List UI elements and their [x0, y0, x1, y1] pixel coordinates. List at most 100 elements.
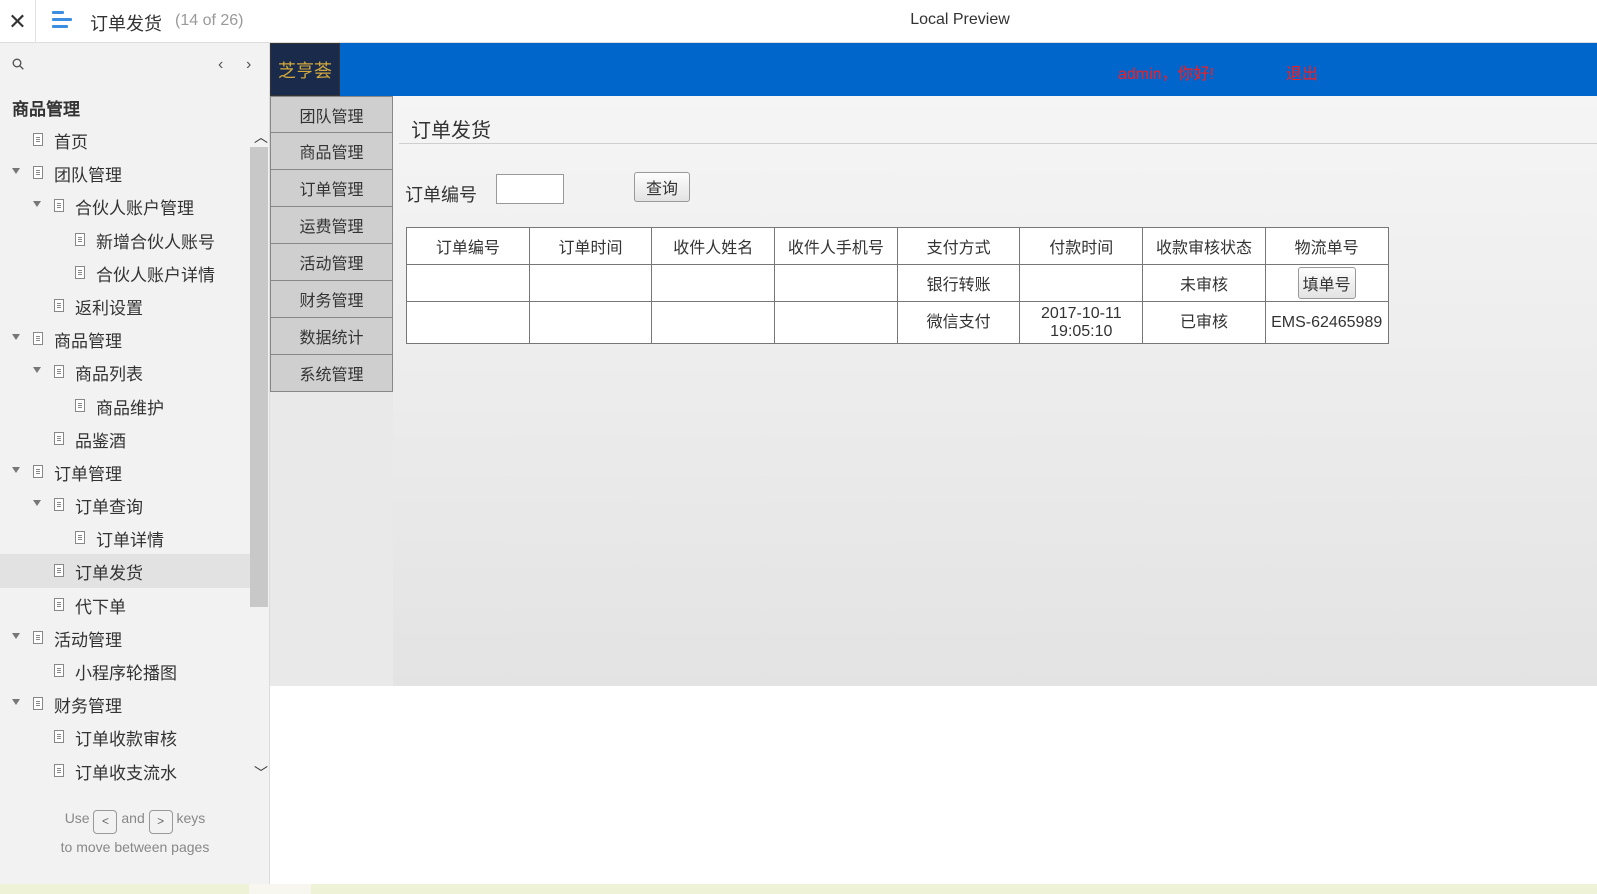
table-cell — [406, 301, 530, 344]
table-cell: 已审核 — [1142, 301, 1266, 344]
tree-item[interactable]: 订单详情 — [0, 521, 250, 554]
caret-down-icon[interactable] — [12, 168, 20, 175]
tree-item[interactable]: 订单查询 — [0, 488, 250, 521]
tree-item[interactable]: 活动管理 — [0, 621, 250, 654]
tree-item-label: 订单收款审核 — [75, 730, 177, 750]
query-button[interactable]: 查询 — [634, 172, 690, 202]
tree-item-label: 商品维护 — [96, 398, 164, 418]
tree-item[interactable]: 团队管理 — [0, 156, 250, 189]
page-icon — [33, 332, 43, 346]
tree-item-label: 代下单 — [75, 597, 126, 617]
main-menu: 团队管理 商品管理 订单管理 运费管理 活动管理 财务管理 数据统计 系统管理 — [270, 96, 393, 392]
column-header: 支付方式 — [896, 227, 1021, 265]
tree-item[interactable]: 首页 — [0, 123, 250, 156]
caret-down-icon[interactable] — [12, 466, 20, 473]
caret-down-icon[interactable] — [33, 201, 41, 208]
fill-tracking-number-button[interactable]: 填单号 — [1297, 267, 1356, 299]
tree-item-label: 订单管理 — [54, 464, 122, 484]
scroll-thumb[interactable] — [250, 147, 268, 607]
tree-item[interactable]: 合伙人账户详情 — [0, 256, 250, 289]
tree-item[interactable]: 商品管理 — [0, 322, 250, 355]
table-cell: 银行转账 — [896, 264, 1021, 302]
tree-item[interactable]: 订单管理 — [0, 455, 250, 488]
caret-down-icon[interactable] — [33, 500, 41, 507]
tree-item[interactable]: 商品列表 — [0, 355, 250, 388]
hint-use: Use — [64, 810, 90, 826]
tree-item[interactable]: 商品维护 — [0, 389, 250, 422]
tree-item[interactable]: 返利设置 — [0, 289, 250, 322]
column-header: 收件人手机号 — [774, 227, 898, 265]
table-cell — [528, 301, 653, 344]
page-icon — [75, 232, 85, 246]
tree-item-label: 订单详情 — [96, 531, 164, 551]
scroll-down-icon[interactable]: ﹀ — [254, 763, 268, 783]
table-cell: 2017-10-11 19:05:10 — [1019, 301, 1144, 344]
menu-item[interactable]: 运费管理 — [270, 207, 393, 244]
page-icon — [75, 398, 85, 412]
logout-link[interactable]: 退出 — [1286, 60, 1318, 84]
page-icon — [33, 166, 43, 180]
tree-item-label: 订单查询 — [75, 498, 143, 518]
brand-logo: 芝亨荟 — [270, 43, 340, 96]
tree-item[interactable]: 订单发货 — [0, 554, 250, 588]
sidebar-scrollbar[interactable]: ︿ ﹀ — [250, 123, 268, 783]
caret-down-icon[interactable] — [12, 699, 20, 706]
content-title: 订单发货 — [411, 120, 491, 142]
page-icon — [33, 464, 43, 478]
page-icon — [54, 564, 64, 578]
tree-item[interactable]: 小程序轮播图 — [0, 654, 250, 687]
menu-item[interactable]: 订单管理 — [270, 170, 393, 207]
table-cell: 微信支付 — [896, 301, 1021, 344]
caret-down-icon[interactable] — [33, 367, 41, 374]
table-cell — [651, 264, 776, 302]
tree-item[interactable]: 订单收款审核 — [0, 720, 250, 753]
table-cell — [1019, 264, 1144, 302]
search-icon[interactable] — [12, 58, 24, 70]
page-icon — [33, 133, 43, 146]
next-page-icon[interactable]: › — [246, 56, 251, 74]
page-icon — [33, 630, 43, 644]
column-header: 订单编号 — [406, 227, 530, 265]
order-number-input[interactable] — [496, 174, 564, 204]
menu-item[interactable]: 财务管理 — [270, 281, 393, 318]
content-area: 订单发货 订单编号 查询 订单编号 订单时间 收件人姓名 收件人手机号 支付方式 付款时间… — [393, 96, 1597, 686]
tree-item[interactable]: 品鉴酒 — [0, 422, 250, 455]
hint-and: and — [121, 810, 145, 826]
tree-item-label: 订单收支流水 — [75, 763, 177, 783]
hint-keys: keys — [176, 810, 206, 826]
previous-page-icon[interactable]: ‹ — [218, 56, 223, 74]
tree-item[interactable]: 新增合伙人账号 — [0, 223, 250, 256]
tree-item-label: 商品列表 — [75, 365, 143, 385]
next-key-icon: > — [148, 810, 173, 834]
app-header: 芝亨荟 admin，你好! 退出 — [270, 43, 1597, 96]
table-cell — [651, 301, 776, 344]
page-icon — [75, 531, 85, 545]
preview-title: Local Preview — [910, 11, 1010, 28]
tree-item[interactable]: 订单收支流水 — [0, 754, 250, 787]
page-icon — [54, 664, 64, 677]
tree-item[interactable]: 代下单 — [0, 588, 250, 621]
tree-item[interactable]: 合伙人账户管理 — [0, 189, 250, 222]
tree-item-label: 合伙人账户详情 — [96, 265, 215, 285]
keyboard-hint: Use < and > keys to move between pages — [0, 805, 270, 860]
tree-item-label: 团队管理 — [54, 166, 122, 186]
menu-item[interactable]: 数据统计 — [270, 318, 393, 355]
prev-key-icon: < — [93, 810, 118, 834]
table-cell — [406, 264, 530, 302]
column-header: 收款审核状态 — [1142, 227, 1266, 265]
menu-item[interactable]: 商品管理 — [270, 133, 393, 170]
page-icon — [54, 199, 64, 213]
app-preview: 芝亨荟 admin，你好! 退出 团队管理 商品管理 订单管理 运费管理 活动管理 财务管… — [270, 43, 1597, 686]
caret-down-icon[interactable] — [12, 334, 20, 341]
greeting-text: admin，你好! — [1118, 66, 1215, 83]
menu-item[interactable]: 系统管理 — [270, 355, 393, 392]
menu-item[interactable]: 活动管理 — [270, 244, 393, 281]
menu-item[interactable]: 团队管理 — [270, 96, 393, 133]
hint-line2: to move between pages — [60, 839, 210, 855]
tree-item[interactable]: 财务管理 — [0, 687, 250, 720]
table-cell — [774, 264, 898, 302]
tree-item-label: 品鉴酒 — [75, 431, 126, 451]
scroll-up-icon[interactable]: ︿ — [254, 127, 268, 147]
caret-down-icon[interactable] — [12, 632, 20, 639]
page-icon — [54, 763, 64, 777]
